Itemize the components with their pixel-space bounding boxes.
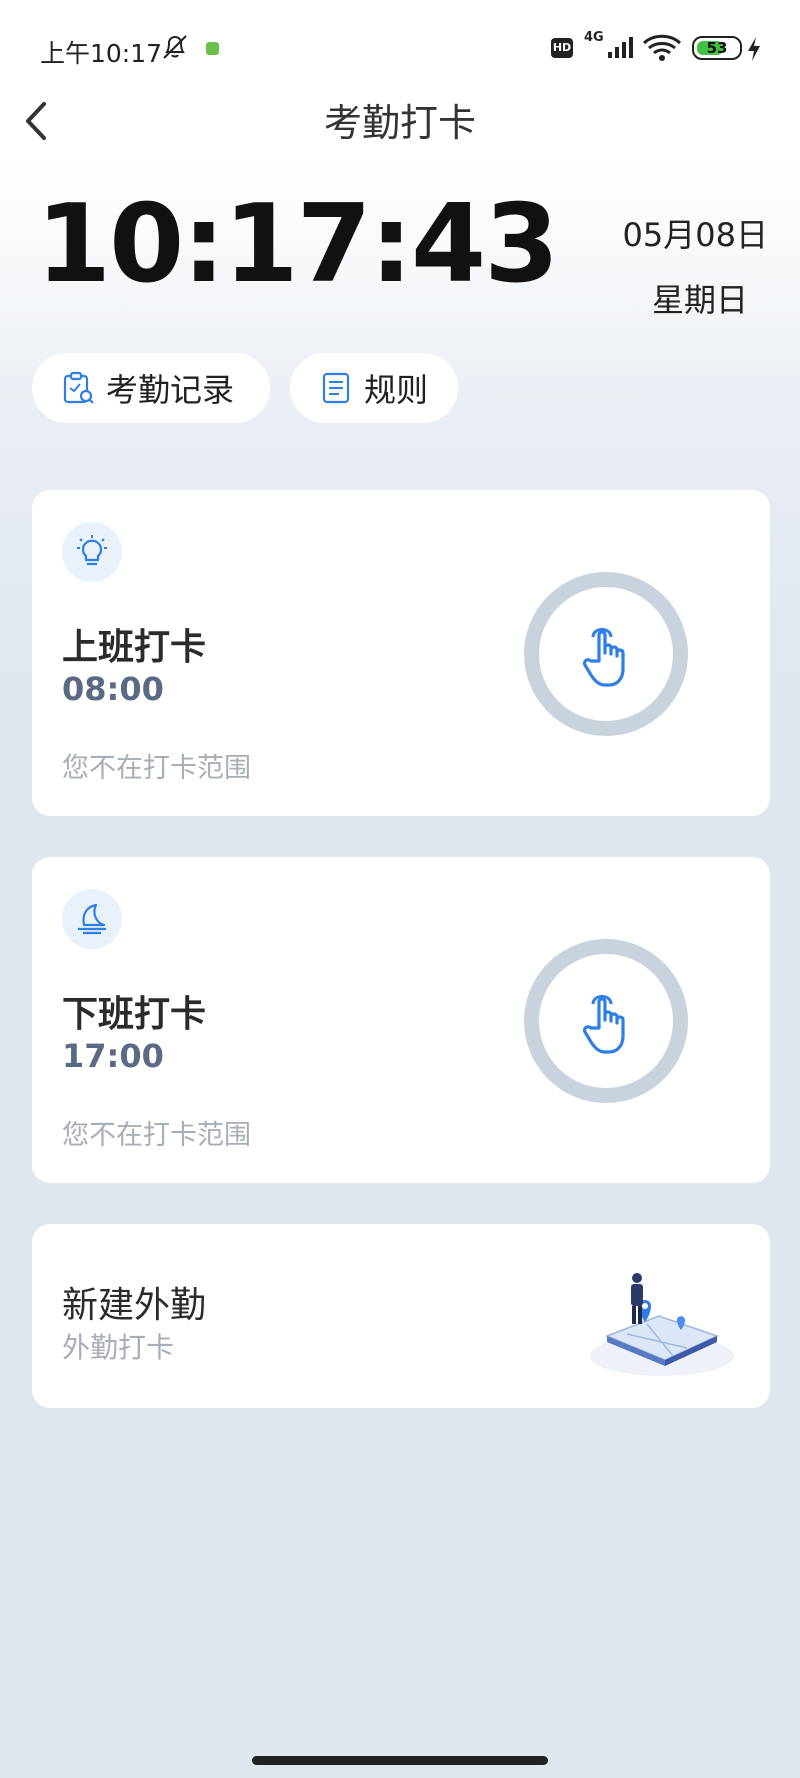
- check-in-icon-badge: [62, 522, 122, 582]
- app-header: 考勤打卡: [0, 96, 800, 186]
- clipboard-search-icon: [63, 371, 94, 404]
- signal-icon: [608, 37, 633, 58]
- document-list-icon: [322, 372, 350, 404]
- lightbulb-icon: [77, 535, 107, 566]
- charging-icon: [748, 37, 760, 61]
- home-indicator[interactable]: [252, 1756, 548, 1765]
- rules-button[interactable]: 规则: [290, 353, 458, 423]
- check-out-title: 下班打卡: [62, 994, 207, 1035]
- attendance-records-label: 考勤记录: [106, 371, 235, 409]
- mute-bell-icon: [163, 35, 187, 59]
- check-out-card: 下班打卡 17:00 您不在打卡范围: [32, 857, 770, 1183]
- status-bar: 上午10:17 HD 4G 53: [0, 0, 800, 96]
- new-field-work-card[interactable]: 新建外勤 外勤打卡: [32, 1224, 770, 1408]
- wifi-icon: [642, 34, 682, 61]
- check-out-punch-button[interactable]: [524, 939, 688, 1103]
- field-map-illustration-icon: [590, 1273, 734, 1376]
- moon-icon: [78, 903, 106, 935]
- check-in-punch-button[interactable]: [524, 572, 688, 736]
- check-in-title: 上班打卡: [62, 627, 207, 668]
- network-type: 4G: [584, 30, 604, 45]
- rules-label: 规则: [364, 371, 429, 409]
- check-out-status: 您不在打卡范围: [62, 1120, 251, 1151]
- notification-dot-icon: [206, 42, 219, 55]
- attendance-page: 上午10:17 HD 4G 53 考勤打卡 10:17:43 05月08日 星期…: [0, 0, 800, 1778]
- field-work-title: 新建外勤: [62, 1285, 207, 1326]
- hand-tap-icon: [582, 995, 625, 1054]
- check-in-time: 08:00: [62, 670, 164, 708]
- hand-tap-icon: [582, 628, 625, 687]
- check-in-card: 上班打卡 08:00 您不在打卡范围: [32, 490, 770, 816]
- current-date: 05月08日: [622, 216, 768, 254]
- attendance-records-button[interactable]: 考勤记录: [32, 353, 270, 423]
- check-in-status: 您不在打卡范围: [62, 753, 251, 784]
- check-out-icon-badge: [62, 889, 122, 949]
- check-out-time: 17:00: [62, 1037, 164, 1075]
- field-work-subtitle: 外勤打卡: [62, 1331, 175, 1364]
- battery-level: 53: [706, 39, 728, 57]
- page-title: 考勤打卡: [323, 101, 476, 145]
- status-time: 上午10:17: [40, 39, 163, 68]
- battery-icon: 53: [692, 36, 742, 60]
- hd-badge: HD: [551, 38, 573, 58]
- current-time: 10:17:43: [36, 182, 559, 307]
- current-weekday: 星期日: [651, 281, 748, 319]
